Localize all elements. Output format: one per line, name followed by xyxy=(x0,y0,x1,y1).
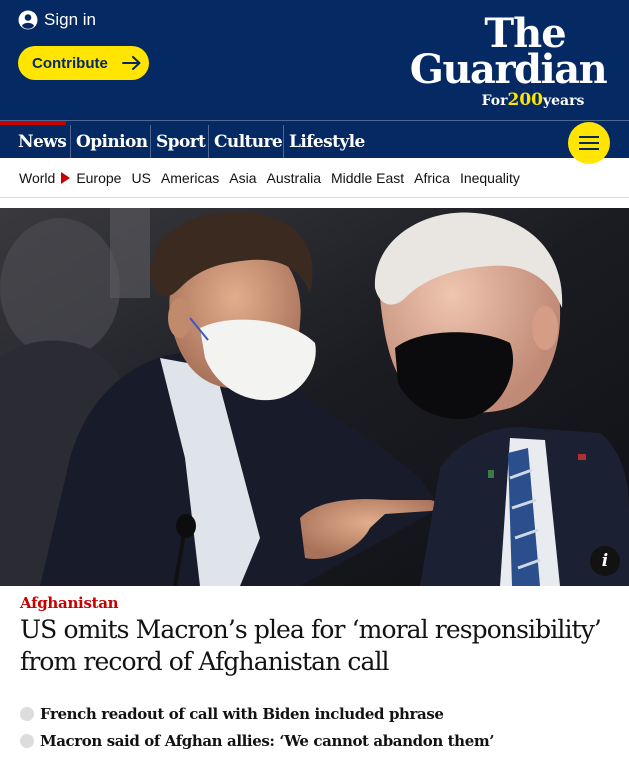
subnav-us[interactable]: US xyxy=(131,170,150,186)
subnav-inequality[interactable]: Inequality xyxy=(460,170,520,186)
pillar-divider xyxy=(208,125,209,158)
subnav-asia[interactable]: Asia xyxy=(229,170,256,186)
logo-years-number: 200 xyxy=(507,90,544,110)
logo-years: years xyxy=(543,93,585,109)
guardian-logo[interactable]: The Guardian For200years xyxy=(408,14,608,109)
pillar-sport[interactable]: Sport xyxy=(156,121,206,158)
section-subnav: World Europe US Americas Asia Australia … xyxy=(0,158,629,198)
current-section-arrow-icon xyxy=(61,171,71,184)
subnav-americas[interactable]: Americas xyxy=(161,170,219,186)
hero-illustration xyxy=(0,208,629,586)
subnav-australia[interactable]: Australia xyxy=(267,170,321,186)
sublink-text: French readout of call with Biden includ… xyxy=(40,704,444,723)
pillar-divider xyxy=(150,125,151,158)
hamburger-icon[interactable] xyxy=(568,122,610,164)
logo-for: For xyxy=(481,93,508,109)
bullet-icon xyxy=(20,733,34,748)
sign-in-link[interactable]: Sign in xyxy=(18,10,96,30)
logo-anniversary-tag: For200years xyxy=(458,92,608,109)
subnav-world[interactable]: World xyxy=(19,170,55,186)
pillar-lifestyle[interactable]: Lifestyle xyxy=(289,121,365,158)
sign-in-label: Sign in xyxy=(44,10,96,29)
subnav-europe[interactable]: Europe xyxy=(76,170,121,186)
subnav-middle-east[interactable]: Middle East xyxy=(331,170,404,186)
sublink-item[interactable]: Macron said of Afghan allies: ‘We cannot… xyxy=(20,727,495,754)
pillar-divider xyxy=(283,125,284,158)
contribute-label: Contribute xyxy=(32,54,108,72)
pillar-opinion[interactable]: Opinion xyxy=(76,121,148,158)
image-info-icon[interactable]: i xyxy=(590,546,620,576)
contribute-button[interactable]: Contribute xyxy=(18,46,149,80)
article-headline[interactable]: US omits Macron’s plea for ‘moral respon… xyxy=(20,614,620,678)
pillar-divider xyxy=(70,125,71,158)
logo-guardian: Guardian xyxy=(409,46,608,93)
pillar-news[interactable]: News xyxy=(0,121,67,158)
bullet-icon xyxy=(20,706,34,721)
pillar-nav: News Opinion Sport Culture Lifestyle xyxy=(0,120,629,164)
pillar-culture[interactable]: Culture xyxy=(214,121,283,158)
masthead: Sign in Contribute The Guardian For200ye… xyxy=(0,0,629,120)
subnav-africa[interactable]: Africa xyxy=(414,170,450,186)
article-sublinks: French readout of call with Biden includ… xyxy=(20,700,495,754)
sublink-text: Macron said of Afghan allies: ‘We cannot… xyxy=(40,731,495,750)
article-kicker[interactable]: Afghanistan xyxy=(20,594,119,612)
sublink-item[interactable]: French readout of call with Biden includ… xyxy=(20,700,494,727)
user-icon xyxy=(18,10,38,30)
arrow-right-icon xyxy=(121,56,141,70)
hero-image[interactable]: i xyxy=(0,208,629,586)
